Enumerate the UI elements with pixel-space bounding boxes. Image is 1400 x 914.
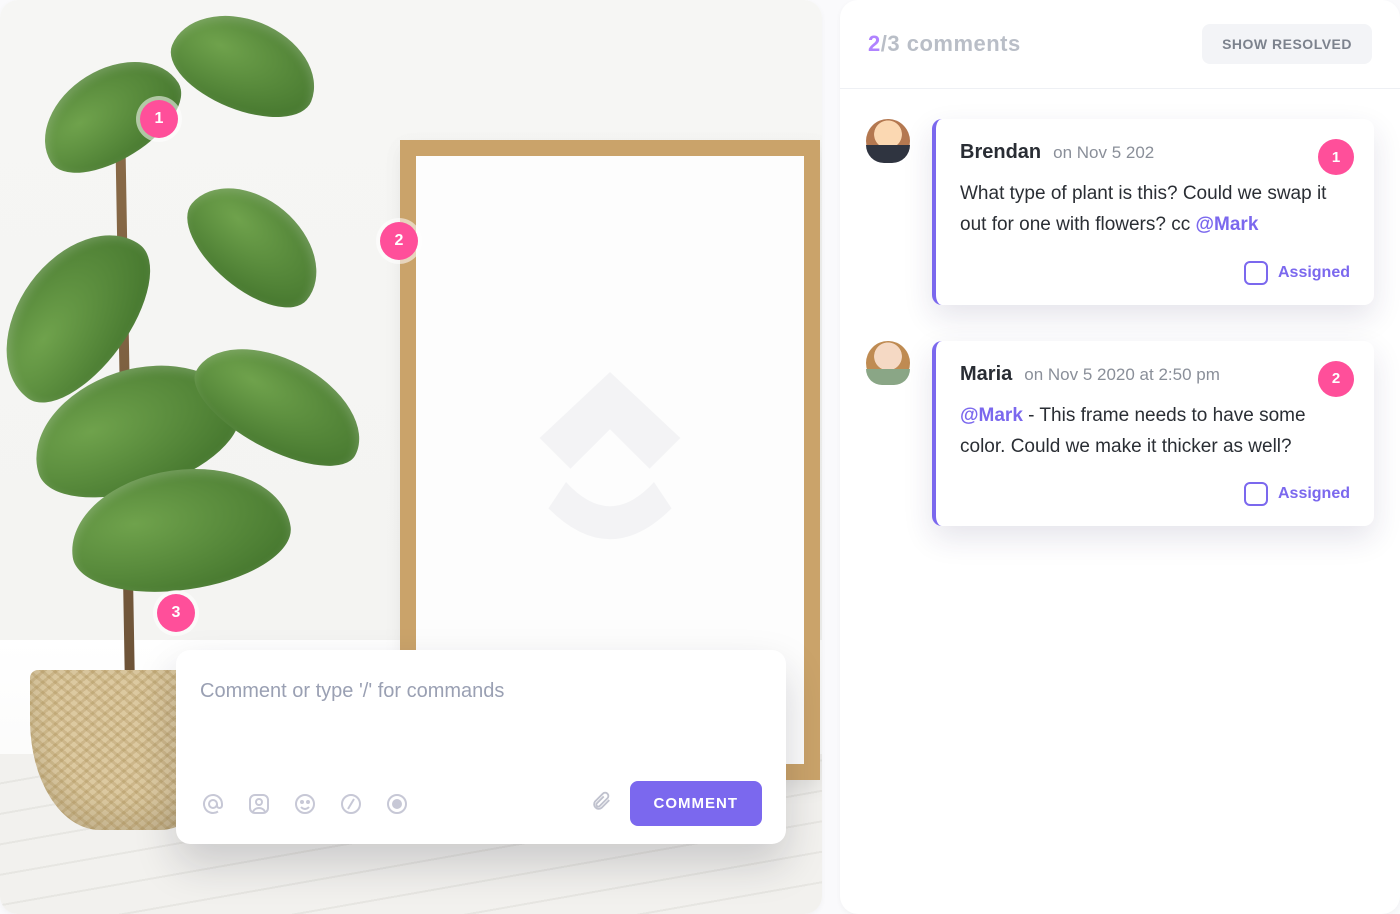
attachment-icon[interactable] [590,790,612,817]
watermark-logo-icon [500,350,720,570]
comments-header: 2/3 comments SHOW RESOLVED [840,0,1400,89]
comment-item: 2 Maria on Nov 5 2020 at 2:50 pm @Mark -… [866,341,1374,527]
active-comment-count: 2 [868,31,881,56]
proof-canvas[interactable]: 1 2 3 COMMENT [0,0,822,914]
avatar[interactable] [866,341,910,385]
comment-marker-badge[interactable]: 2 [1318,361,1354,397]
comment-count: 2/3 comments [868,31,1021,57]
assigned-checkbox[interactable] [1244,261,1268,285]
comment-input[interactable] [200,676,762,770]
annotation-marker-3[interactable]: 3 [157,594,195,632]
assigned-checkbox[interactable] [1244,482,1268,506]
comment-body: What type of plant is this? Could we swa… [960,178,1350,241]
comment-item: 1 Brendan on Nov 5 202 What type of plan… [866,119,1374,305]
marker-label: 3 [172,604,181,622]
mention-icon[interactable] [200,791,226,817]
avatar[interactable] [866,119,910,163]
comment-card[interactable]: 1 Brendan on Nov 5 202 What type of plan… [932,119,1374,305]
comment-date: on Nov 5 202 [1053,143,1154,163]
assign-icon[interactable] [246,791,272,817]
comment-author: Maria [960,363,1012,386]
emoji-icon[interactable] [292,791,318,817]
comment-body: @Mark - This frame needs to have some co… [960,400,1350,463]
total-comment-text: /3 comments [881,31,1021,56]
comment-card[interactable]: 2 Maria on Nov 5 2020 at 2:50 pm @Mark -… [932,341,1374,527]
mention-link[interactable]: @Mark [1196,214,1259,235]
comment-thread: 1 Brendan on Nov 5 202 What type of plan… [840,89,1400,556]
mention-link[interactable]: @Mark [960,405,1023,426]
assigned-label: Assigned [1278,264,1350,282]
comment-author: Brendan [960,141,1041,164]
comment-date: on Nov 5 2020 at 2:50 pm [1024,365,1220,385]
annotation-marker-2[interactable]: 2 [380,222,418,260]
submit-comment-button[interactable]: COMMENT [630,781,763,826]
comments-panel: 2/3 comments SHOW RESOLVED 1 Brendan on … [840,0,1400,914]
annotation-marker-1[interactable]: 1 [140,100,178,138]
slash-command-icon[interactable] [338,791,364,817]
marker-label: 1 [155,110,164,128]
assigned-label: Assigned [1278,485,1350,503]
show-resolved-button[interactable]: SHOW RESOLVED [1202,24,1372,64]
comment-marker-badge[interactable]: 1 [1318,139,1354,175]
record-icon[interactable] [384,791,410,817]
marker-label: 2 [395,232,404,250]
comment-composer: COMMENT [176,650,786,844]
